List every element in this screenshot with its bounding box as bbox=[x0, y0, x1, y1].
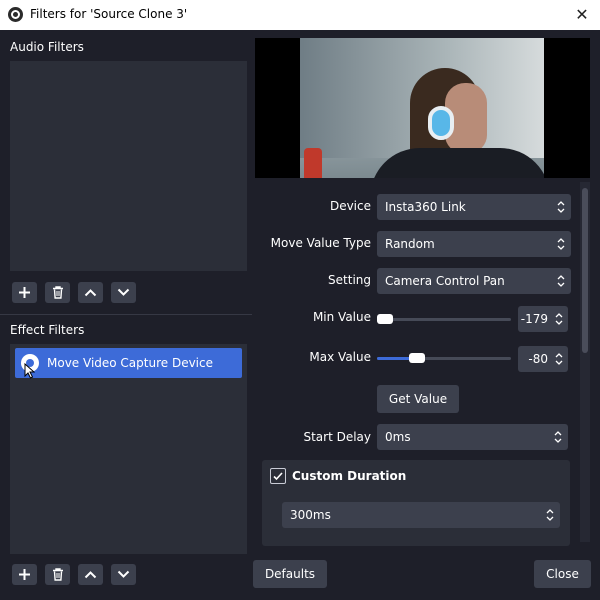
custom-duration-label: Custom Duration bbox=[292, 469, 407, 483]
audio-filters-label: Audio Filters bbox=[10, 40, 84, 54]
effect-filters-label: Effect Filters bbox=[10, 323, 85, 337]
max-value-spinbox[interactable]: -80 bbox=[518, 346, 568, 372]
move-audio-filter-down-button[interactable] bbox=[111, 282, 136, 303]
chevron-up-icon bbox=[84, 571, 97, 579]
chevron-down-icon bbox=[117, 288, 130, 296]
up-down-arrows-icon bbox=[555, 313, 563, 325]
min-value-label: Min Value bbox=[312, 310, 371, 324]
remove-effect-filter-button[interactable] bbox=[45, 564, 70, 585]
trash-icon bbox=[52, 286, 63, 299]
effect-filters-toolbar bbox=[12, 564, 136, 585]
trash-icon bbox=[52, 568, 63, 581]
obs-logo-icon bbox=[8, 7, 23, 22]
close-button[interactable]: Close bbox=[534, 560, 591, 588]
start-delay-label: Start Delay bbox=[303, 430, 371, 444]
source-preview bbox=[255, 38, 590, 178]
start-delay-spinbox[interactable]: 0ms bbox=[377, 424, 568, 450]
defaults-button[interactable]: Defaults bbox=[253, 560, 327, 588]
min-value-spinbox[interactable]: -179 bbox=[518, 306, 568, 332]
up-down-arrows-icon bbox=[555, 353, 563, 365]
window-close-button[interactable]: ✕ bbox=[564, 0, 600, 30]
get-value-button[interactable]: Get Value bbox=[377, 385, 459, 413]
move-value-type-select[interactable]: Random bbox=[377, 231, 571, 257]
mouse-cursor-icon bbox=[24, 363, 35, 379]
move-value-type-label: Move Value Type bbox=[270, 236, 371, 250]
max-value-slider-handle[interactable] bbox=[409, 353, 425, 363]
up-down-arrows-icon bbox=[557, 201, 565, 213]
custom-duration-checkbox[interactable] bbox=[270, 468, 286, 484]
min-value-slider[interactable] bbox=[377, 314, 511, 324]
webcam-frame-image bbox=[300, 38, 544, 178]
custom-duration-spinbox[interactable]: 300ms bbox=[282, 502, 560, 528]
move-effect-filter-up-button[interactable] bbox=[78, 564, 103, 585]
checkmark-icon bbox=[273, 472, 283, 481]
effect-filter-label: Move Video Capture Device bbox=[47, 356, 213, 370]
setting-select[interactable]: Camera Control Pan bbox=[377, 268, 571, 294]
window-title: Filters for 'Source Clone 3' bbox=[30, 7, 188, 21]
effect-filter-item[interactable]: Move Video Capture Device bbox=[15, 348, 242, 379]
min-value-slider-handle[interactable] bbox=[377, 314, 393, 324]
device-select[interactable]: Insta360 Link bbox=[377, 194, 571, 220]
max-value-label: Max Value bbox=[309, 350, 371, 364]
setting-label: Setting bbox=[328, 273, 371, 287]
custom-duration-group: Custom Duration 300ms bbox=[262, 460, 570, 546]
window-titlebar: Filters for 'Source Clone 3' ✕ bbox=[0, 0, 600, 30]
plus-icon bbox=[19, 569, 30, 580]
up-down-arrows-icon bbox=[557, 275, 565, 287]
up-down-arrows-icon bbox=[557, 238, 565, 250]
properties-scrollbar[interactable] bbox=[580, 182, 590, 542]
move-effect-filter-down-button[interactable] bbox=[111, 564, 136, 585]
scrollbar-thumb[interactable] bbox=[582, 188, 588, 353]
up-down-arrows-icon bbox=[554, 431, 562, 443]
audio-filters-toolbar bbox=[12, 282, 136, 303]
audio-filters-list[interactable] bbox=[10, 61, 247, 271]
add-effect-filter-button[interactable] bbox=[12, 564, 37, 585]
remove-audio-filter-button[interactable] bbox=[45, 282, 70, 303]
move-audio-filter-up-button[interactable] bbox=[78, 282, 103, 303]
plus-icon bbox=[19, 287, 30, 298]
up-down-arrows-icon bbox=[546, 509, 554, 521]
device-label: Device bbox=[329, 199, 371, 213]
max-value-slider[interactable] bbox=[377, 353, 511, 363]
section-divider bbox=[0, 314, 252, 315]
chevron-down-icon bbox=[117, 570, 130, 578]
chevron-up-icon bbox=[84, 289, 97, 297]
add-audio-filter-button[interactable] bbox=[12, 282, 37, 303]
